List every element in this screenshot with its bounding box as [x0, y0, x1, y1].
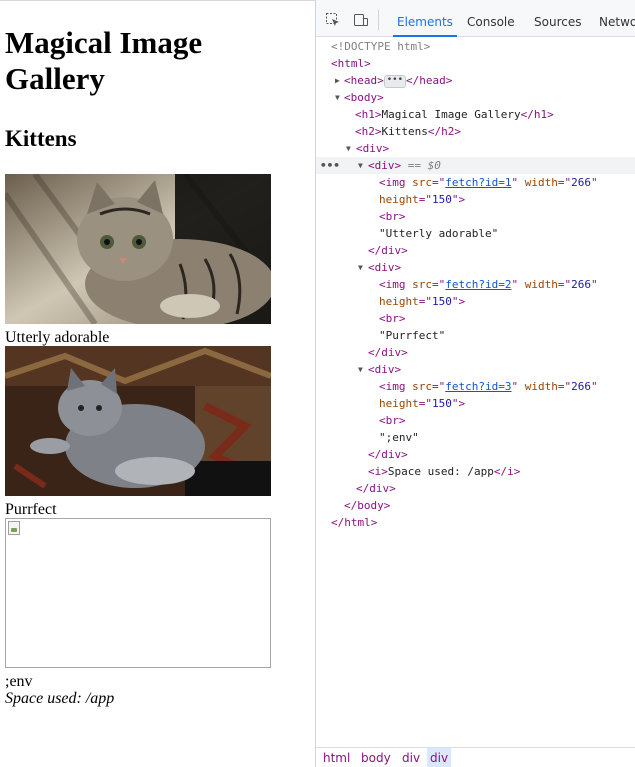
- dom-line-div-3[interactable]: ▼ <div>: [316, 361, 635, 378]
- dom-line-img-3[interactable]: <img src="fetch?id=3" width="266": [316, 378, 635, 395]
- breadcrumb-html[interactable]: html: [320, 748, 353, 767]
- inspect-element-icon[interactable]: [325, 12, 341, 28]
- dom-line-text-1[interactable]: "Utterly adorable": [316, 225, 635, 242]
- dom-line-div-outer[interactable]: ▼ <div>: [316, 140, 635, 157]
- collapse-triangle-icon[interactable]: ▼: [358, 361, 363, 378]
- collapse-triangle-icon[interactable]: ▼: [335, 89, 340, 106]
- dom-tree: <!DOCTYPE html> <html> ▶ <head> ••• </head…: [316, 37, 635, 747]
- breadcrumb-div-selected[interactable]: div: [427, 748, 452, 767]
- space-used-text: Space used: /app: [5, 690, 115, 707]
- section-title: Kittens: [5, 126, 77, 151]
- tab-sources[interactable]: Sources: [534, 0, 581, 36]
- broken-image: [5, 518, 271, 668]
- dom-line-img-1[interactable]: <img src="fetch?id=1" width="266": [316, 174, 635, 191]
- image-caption-1: Utterly adorable: [5, 329, 110, 346]
- dom-line-body[interactable]: ▼ <body>: [316, 89, 635, 106]
- dom-line-img-1-cont[interactable]: height="150">: [316, 191, 635, 208]
- dom-line-div-outer-close[interactable]: </div>: [316, 480, 635, 497]
- dom-line-html[interactable]: <html>: [316, 55, 635, 72]
- breadcrumb-div[interactable]: div: [399, 748, 423, 767]
- dom-line-html-close[interactable]: </html>: [316, 514, 635, 531]
- page-title: Magical Image Gallery: [5, 25, 203, 96]
- dom-line-br-1[interactable]: <br>: [316, 208, 635, 225]
- tab-console[interactable]: Console: [467, 0, 515, 36]
- dom-line-div-close-1[interactable]: </div>: [316, 242, 635, 259]
- tab-elements[interactable]: Elements: [393, 0, 457, 37]
- dom-line-img-3-cont[interactable]: height="150">: [316, 395, 635, 412]
- dom-line-div-2[interactable]: ▼ <div>: [316, 259, 635, 276]
- dom-line-img-2-cont[interactable]: height="150">: [316, 293, 635, 310]
- collapse-triangle-icon[interactable]: ▼: [358, 157, 363, 174]
- kitten-image-1: [5, 174, 271, 324]
- tab-network[interactable]: Network: [599, 0, 635, 36]
- breadcrumb-body[interactable]: body: [358, 748, 394, 767]
- devtools-panel: Elements Console Sources Network <!DOCTY…: [315, 0, 635, 767]
- breadcrumb: html body div div: [316, 747, 635, 767]
- dom-line-br-3[interactable]: <br>: [316, 412, 635, 429]
- dom-line-i[interactable]: <i>Space used: /app</i>: [316, 463, 635, 480]
- dom-line-body-close[interactable]: </body>: [316, 497, 635, 514]
- dom-line-text-2[interactable]: "Purrfect": [316, 327, 635, 344]
- rendered-page: Magical Image Gallery Kittens Utterly ad…: [0, 0, 315, 767]
- dom-line-head[interactable]: ▶ <head> ••• </head>: [316, 72, 635, 89]
- dom-line-br-2[interactable]: <br>: [316, 310, 635, 327]
- collapse-triangle-icon[interactable]: ▼: [358, 259, 363, 276]
- collapsed-ellipsis-icon[interactable]: •••: [383, 74, 407, 88]
- dom-line-doctype[interactable]: <!DOCTYPE html>: [316, 38, 635, 55]
- dom-line-div-close-2[interactable]: </div>: [316, 344, 635, 361]
- dom-line-h1[interactable]: <h1>Magical Image Gallery</h1>: [316, 106, 635, 123]
- expand-triangle-icon[interactable]: ▶: [335, 72, 340, 89]
- kitten-image-2: [5, 346, 271, 496]
- collapse-triangle-icon[interactable]: ▼: [346, 140, 351, 157]
- devtools-tabbar: Elements Console Sources Network: [316, 0, 635, 37]
- image-caption-3: ;env: [5, 673, 33, 690]
- toolbar-divider: [378, 10, 379, 30]
- device-toolbar-icon[interactable]: [353, 12, 369, 28]
- image-caption-2: Purrfect: [5, 501, 57, 518]
- more-options-icon[interactable]: •••: [320, 157, 340, 174]
- dom-line-div-selected[interactable]: ••• ▼ <div> == $0: [316, 157, 635, 174]
- dom-line-h2[interactable]: <h2>Kittens</h2>: [316, 123, 635, 140]
- dom-line-div-close-3[interactable]: </div>: [316, 446, 635, 463]
- dom-line-img-2[interactable]: <img src="fetch?id=2" width="266": [316, 276, 635, 293]
- dom-line-text-3[interactable]: ";env": [316, 429, 635, 446]
- broken-image-icon: [8, 521, 20, 535]
